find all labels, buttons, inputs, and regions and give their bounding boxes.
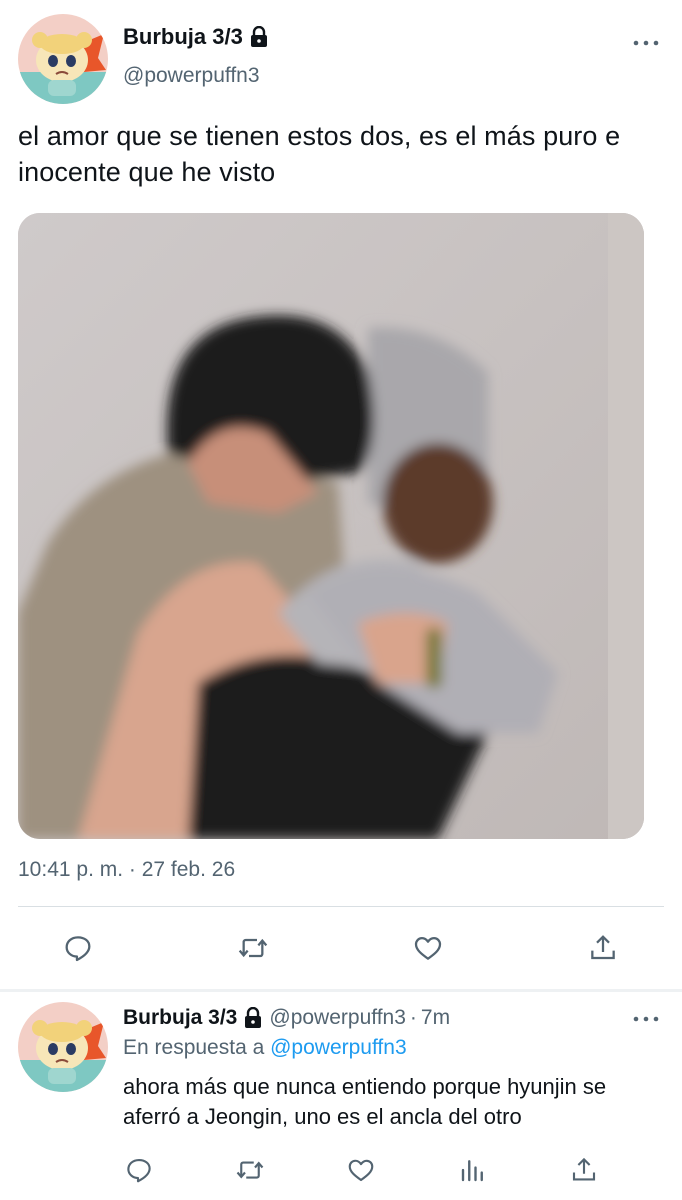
- user-handle[interactable]: @powerpuffn3: [123, 64, 260, 88]
- reply-icon[interactable]: [61, 931, 95, 965]
- tweet-text: el amor que se tienen estos dos, es el m…: [18, 121, 621, 187]
- divider: [18, 906, 664, 907]
- reply-prefix: En respuesta a: [123, 1036, 265, 1059]
- tweet-separator: [0, 989, 682, 992]
- more-icon[interactable]: [632, 1014, 660, 1024]
- main-tweet: Burbuja 3/3 @powerpuffn3 el amor que se …: [0, 0, 682, 990]
- reply-mention-link[interactable]: @powerpuffn3: [270, 1036, 407, 1059]
- display-name[interactable]: Burbuja 3/3: [123, 24, 243, 50]
- display-name-row: Burbuja 3/3: [123, 24, 269, 50]
- tweet-timestamp[interactable]: 10:41 p. m. · 27 feb. 26: [18, 858, 235, 882]
- reply-header: Burbuja 3/3 @powerpuffn3 · 7m: [123, 1006, 450, 1030]
- like-icon[interactable]: [344, 1153, 378, 1187]
- retweet-icon[interactable]: [233, 1153, 267, 1187]
- avatar[interactable]: [18, 1002, 108, 1092]
- more-icon[interactable]: [632, 38, 660, 48]
- tweet-photo[interactable]: [18, 213, 644, 839]
- avatar[interactable]: [18, 14, 108, 104]
- share-icon[interactable]: [567, 1153, 601, 1187]
- user-handle[interactable]: @powerpuffn3: [269, 1006, 406, 1030]
- like-icon[interactable]: [411, 931, 445, 965]
- share-icon[interactable]: [586, 931, 620, 965]
- separator-dot: ·: [409, 1006, 417, 1029]
- reply-text: ahora más que nunca entiendo porque hyun…: [123, 1074, 607, 1129]
- lock-icon: [249, 26, 269, 48]
- reply-icon[interactable]: [122, 1153, 156, 1187]
- reply-context: En respuesta a @powerpuffn3: [123, 1036, 407, 1060]
- tweet-time[interactable]: 7m: [421, 1006, 450, 1030]
- views-icon[interactable]: [456, 1153, 490, 1187]
- display-name[interactable]: Burbuja 3/3: [123, 1006, 237, 1030]
- lock-icon: [243, 1007, 263, 1029]
- retweet-icon[interactable]: [236, 931, 270, 965]
